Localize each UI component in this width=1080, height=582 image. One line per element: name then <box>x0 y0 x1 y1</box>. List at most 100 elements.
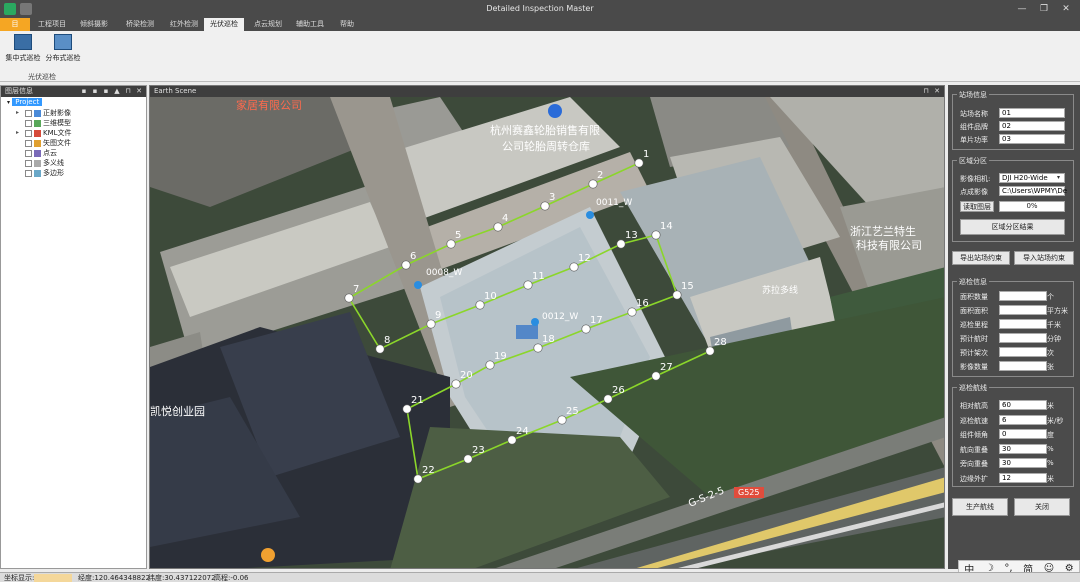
info-rows-field[interactable] <box>999 361 1047 371</box>
inspection-info-group: 巡检信息 面积数量个面积面积 平方米 巡检里程 千米 预计航时 分钟 预计架次次影像数量张 <box>952 277 1074 377</box>
svg-text:25: 25 <box>566 406 579 417</box>
module-brand-field[interactable]: 02 <box>999 121 1065 131</box>
svg-text:4: 4 <box>502 213 508 224</box>
layer-panel-header: 图层信息 ▪ ▪ ▪ ▲ ⊓ ✕ <box>1 86 146 97</box>
minimize-button[interactable]: — <box>1012 2 1032 16</box>
info-rows-field[interactable] <box>999 305 1047 315</box>
route-rows-field[interactable]: 12 <box>999 472 1047 483</box>
route-rows-field[interactable]: 30 <box>999 458 1047 468</box>
layer-checkbox[interactable] <box>25 129 32 137</box>
layer-checkbox[interactable] <box>25 169 32 177</box>
layer-item[interactable]: 多边形 <box>1 168 146 178</box>
layer-item[interactable]: ▸ KML文件 <box>1 128 146 138</box>
layer-item[interactable]: 三维模型 <box>1 118 146 128</box>
satellite-map[interactable]: 家居有限公司 杭州赛鑫轮胎销售有限 公司轮胎周转仓库 浙江艺兰特生 科技有限公司… <box>150 97 945 569</box>
centralized-inspection-button[interactable]: 集中式巡检 <box>3 34 43 70</box>
route-rows-field[interactable]: 0 <box>999 429 1047 439</box>
ortho-path-field[interactable]: C:\Users\WPMY\De <box>999 186 1067 196</box>
svg-text:0008_W: 0008_W <box>426 268 462 278</box>
coord-swatch <box>34 574 72 582</box>
export-constraint-button[interactable]: 导出站场约束 <box>952 251 1010 265</box>
svg-text:14: 14 <box>660 221 673 232</box>
progress-bar: 0% <box>999 201 1065 212</box>
svg-text:15: 15 <box>681 281 694 292</box>
camera-select[interactable]: DJI H20-Wide <box>999 173 1065 183</box>
svg-text:7: 7 <box>353 284 359 295</box>
svg-text:0011_W: 0011_W <box>596 198 632 208</box>
menu-tab-2[interactable]: 倾斜摄影 <box>74 18 114 31</box>
route-rows-field[interactable]: 60 <box>999 400 1047 410</box>
info-rows-field[interactable] <box>999 333 1047 343</box>
layer-warn-icon[interactable]: ▲ <box>113 87 121 95</box>
layer-checkbox[interactable] <box>25 109 32 117</box>
map-label: 凯悦创业园 <box>150 404 205 418</box>
layer-add-icon[interactable]: ▪ <box>80 87 88 95</box>
read-layer-button[interactable]: 读取图层 <box>960 201 994 212</box>
layer-folder-icon[interactable]: ▪ <box>91 87 99 95</box>
import-constraint-button[interactable]: 导入站场约束 <box>1014 251 1074 265</box>
close-panel-button[interactable]: 关闭 <box>1014 498 1070 516</box>
layer-checkbox[interactable] <box>25 149 32 157</box>
layer-checkbox[interactable] <box>25 139 32 147</box>
layer-checkbox[interactable] <box>25 119 32 127</box>
station-name-field[interactable]: 01 <box>999 108 1065 118</box>
info-rows-field[interactable] <box>999 291 1047 301</box>
info-rows-field[interactable] <box>999 347 1047 357</box>
menu-tab-0[interactable]: 目 <box>0 18 30 31</box>
map-label: 公司轮胎周转仓库 <box>502 139 590 153</box>
menu-tab-3[interactable]: 桥梁检测 <box>120 18 160 31</box>
close-window-button[interactable]: ✕ <box>1056 2 1076 16</box>
svg-text:12: 12 <box>578 253 591 264</box>
svg-text:10: 10 <box>484 291 497 302</box>
layer-panel: 图层信息 ▪ ▪ ▪ ▲ ⊓ ✕ ▾ Project ▸ 正射影像 三维模型 ▸ KML… <box>0 85 147 569</box>
layer-item[interactable]: ▸ 正射影像 <box>1 108 146 118</box>
expand-icon[interactable]: ▸ <box>16 108 23 118</box>
layer-item[interactable]: 矢图文件 <box>1 138 146 148</box>
pin-icon[interactable]: ⊓ <box>922 87 930 95</box>
svg-text:20: 20 <box>460 370 473 381</box>
panel-close-icon[interactable]: ✕ <box>135 87 143 95</box>
tree-root[interactable]: ▾ Project <box>1 97 146 108</box>
vector-file-icon <box>34 139 41 147</box>
menu-tab-8[interactable]: 帮助 <box>332 18 362 31</box>
title-bar: Detailed Inspection Master — ❐ ✕ <box>0 0 1080 18</box>
poi-icon[interactable] <box>261 548 275 562</box>
menu-tab-6[interactable]: 点云规划 <box>248 18 288 31</box>
menu-tab-7[interactable]: 辅助工具 <box>290 18 330 31</box>
generate-route-button[interactable]: 生产航线 <box>952 498 1008 516</box>
menu-tab-4[interactable]: 红外检测 <box>164 18 204 31</box>
svg-text:19: 19 <box>494 351 507 362</box>
chevron-down-icon[interactable]: ▾ <box>1057 174 1060 181</box>
svg-text:28: 28 <box>714 337 727 348</box>
layer-item[interactable]: 多义线 <box>1 158 146 168</box>
route-rows-field[interactable]: 30 <box>999 443 1047 454</box>
layer-label: 点云 <box>43 149 57 157</box>
elevation-readout: 高程:-0.06 <box>214 574 249 582</box>
pin-icon[interactable]: ⊓ <box>124 87 132 95</box>
scene-close-icon[interactable]: ✕ <box>933 87 941 95</box>
restore-button[interactable]: ❐ <box>1034 2 1054 16</box>
layer-checkbox[interactable] <box>25 159 32 167</box>
polyline-icon <box>34 159 41 167</box>
scene-header: Earth Scene ⊓ ✕ <box>150 86 944 97</box>
svg-text:13: 13 <box>625 230 638 241</box>
menu-tab-5[interactable]: 光伏巡检 <box>204 18 244 31</box>
layer-item[interactable]: 点云 <box>1 148 146 158</box>
poi-icon[interactable] <box>548 104 562 118</box>
menu-tab-1[interactable]: 工程项目 <box>34 18 70 31</box>
svg-text:17: 17 <box>590 315 603 326</box>
layer-save-icon[interactable]: ▪ <box>102 87 110 95</box>
layer-label: 多义线 <box>43 159 64 167</box>
status-bar: 坐标显示: 经度:120.464348822 纬度:30.437122072 高… <box>0 572 1080 582</box>
area-division-result-button[interactable]: 区域分区结果 <box>960 219 1065 235</box>
distributed-inspection-button[interactable]: 分布式巡检 <box>43 34 83 70</box>
module-power-field[interactable]: 03 <box>999 134 1065 144</box>
route-rows-field[interactable]: 6 <box>999 414 1047 425</box>
svg-text:18: 18 <box>542 334 555 345</box>
info-rows-field[interactable] <box>999 319 1047 329</box>
polygon-icon <box>34 169 41 177</box>
expand-icon[interactable]: ▸ <box>16 128 23 138</box>
svg-text:16: 16 <box>636 298 649 309</box>
map-label: 杭州赛鑫轮胎销售有限 <box>490 123 600 137</box>
svg-text:0012_W: 0012_W <box>542 312 578 322</box>
